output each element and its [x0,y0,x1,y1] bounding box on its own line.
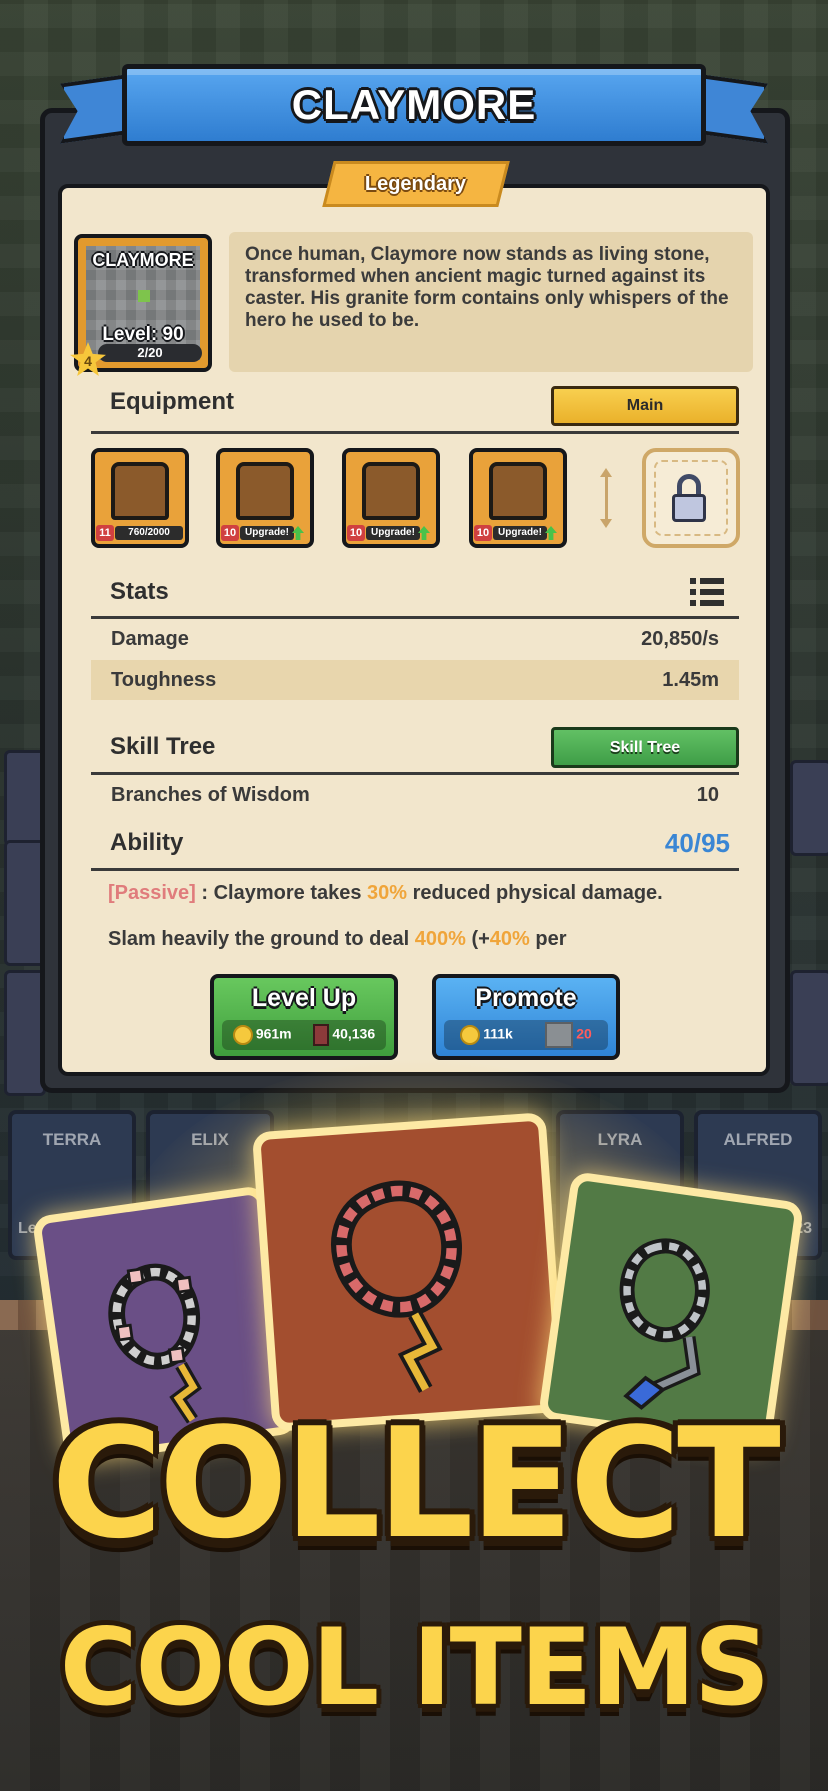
stats-heading: Stats [110,578,169,605]
star-rank-value: 4 [84,353,92,369]
rarity-badge: Legendary [322,161,510,207]
level-up-button[interactable]: Level Up 961m 40,136 [210,974,398,1060]
passive-tag: [Passive] [108,882,196,904]
stat-value: 20,850/s [641,627,719,650]
skill-tree-heading: Skill Tree [110,733,216,760]
rarity-label: Legendary [365,172,467,195]
level-up-label: Level Up [251,984,357,1012]
stat-label: Toughness [111,668,217,691]
slam-text-mid: (+ [465,928,490,950]
equipment-progress: Upgrade! [240,526,294,540]
equipment-level: 10 [347,525,365,541]
hero-level: Level: 90 [102,324,184,345]
gold-coin-icon [460,1025,481,1045]
slam-text-pre: Slam heavily the ground to deal [108,928,415,950]
equipment-level: 11 [96,525,114,541]
stat-label: Damage [111,627,189,650]
branches-label: Branches of Wisdom [111,783,310,806]
swap-vertical-icon[interactable] [600,468,612,528]
promote-button[interactable]: Promote 111k 20 [432,974,620,1060]
equipment-slot[interactable]: 10 Upgrade! [342,448,440,548]
passive-text-pre: : Claymore takes [195,882,368,904]
active-ability-text: Slam heavily the ground to deal 400% (+4… [108,928,567,951]
background-hero-name: ALFRED [723,1130,793,1149]
ability-points: 40/95 [664,828,730,858]
hero-description: Once human, Claymore now stands as livin… [229,232,753,372]
list-icon[interactable] [690,578,724,606]
promo-headline: COLLECT [51,1395,781,1572]
book-icon [313,1024,330,1046]
padlock-icon [677,474,701,496]
slam-text-post: per [529,928,567,950]
passive-percent: 30% [367,882,408,904]
background-side-panel [790,970,828,1086]
portrait-name: CLAYMORE [92,250,194,270]
equipment-level: 10 [474,525,492,541]
stat-value: 1.45m [662,668,719,691]
portrait-gem [138,290,150,302]
title-ribbon: CLAYMORE [122,64,706,146]
equipment-progress: 760/2000 [115,526,183,540]
equipment-level: 10 [221,525,239,541]
main-loadout-button[interactable]: Main [551,386,739,426]
slam-percent: 400% [414,928,466,950]
hero-portrait[interactable]: CLAYMORE Level: 90 2/20 [74,234,212,372]
promo-subheadline: COOL ITEMS [59,1606,770,1729]
passive-text-post: reduced physical damage. [407,882,663,904]
level-up-book-cost: 40,136 [332,1025,376,1042]
equipment-slot[interactable]: 11 760/2000 [91,448,189,548]
promote-label: Promote [475,984,577,1012]
gloves-icon [236,462,294,520]
equipment-progress: Upgrade! [493,526,547,540]
hood-icon [489,462,547,520]
helmet-armor-icon [111,462,169,520]
stat-row-damage: Damage 20,850/s [91,619,739,659]
padlock-body [672,494,706,522]
hero-shard-icon [545,1022,574,1048]
section-divider [91,431,739,434]
background-side-panel [790,760,828,856]
equipment-progress: Upgrade! [366,526,420,540]
stat-row-toughness: Toughness 1.45m [91,660,739,700]
slam-percent-bonus: 40% [489,928,530,950]
skill-tree-button[interactable]: Skill Tree [551,727,739,768]
horned-helmet-icon [362,462,420,520]
promote-cost: 111k 20 [444,1020,608,1050]
equipment-heading: Equipment [110,388,234,415]
level-up-cost: 961m 40,136 [222,1020,386,1050]
passive-ability-text: [Passive] : Claymore takes 30% reduced p… [108,882,663,905]
gold-coin-icon [232,1025,253,1045]
branches-value: 10 [696,783,719,806]
equipment-slot[interactable]: 10 Upgrade! [469,448,567,548]
ability-heading: Ability [110,829,184,856]
hero-title: CLAYMORE [291,81,537,128]
level-up-gold-cost: 961m [255,1025,292,1042]
item-card-red [251,1112,567,1432]
branches-row: Branches of Wisdom 10 [91,775,739,815]
equipment-slot[interactable]: 10 Upgrade! [216,448,314,548]
promote-shard-cost: 20 [576,1025,592,1042]
hero-xp-bar: 2/20 [98,344,202,362]
background-hero-name: TERRA [42,1130,102,1149]
section-divider [91,868,739,871]
promote-gold-cost: 111k [483,1025,513,1042]
chain-whip-icon [331,1180,462,1393]
locked-equipment-slot[interactable] [642,448,740,548]
